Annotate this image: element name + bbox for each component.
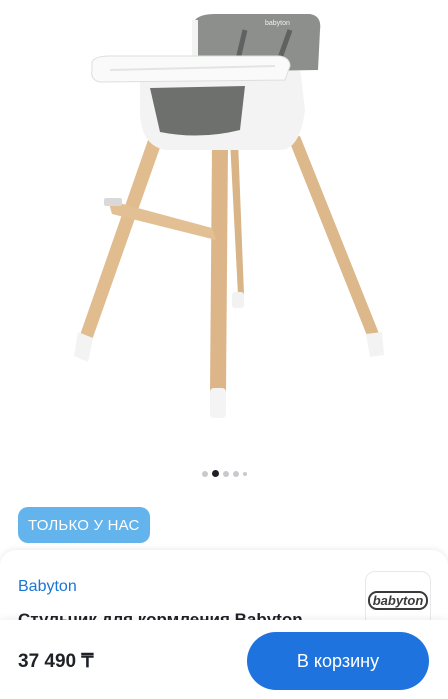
product-photo-high-chair: babyton	[74, 14, 384, 418]
gallery-pagination[interactable]	[0, 470, 448, 477]
product-title: Стульчик для кормления Babyton	[18, 610, 303, 620]
gallery-dot-active[interactable]	[211, 470, 219, 477]
product-price: 37 490 ₸	[18, 651, 94, 672]
product-image-gallery[interactable]: babyton	[0, 0, 448, 490]
add-to-cart-button[interactable]: В корзину	[247, 632, 429, 690]
chair-brand-print: babyton	[265, 20, 290, 27]
product-title-container: Стульчик для кормления Babyton	[18, 606, 358, 620]
gallery-dot[interactable]	[222, 470, 229, 477]
brand-link[interactable]: Babyton	[18, 578, 77, 596]
gallery-dot[interactable]	[201, 470, 208, 477]
gallery-dot[interactable]	[242, 471, 247, 476]
exclusive-badge: ТОЛЬКО У НАС	[18, 507, 150, 543]
gallery-dot[interactable]	[232, 470, 239, 477]
brand-logo-text: babyton	[367, 590, 429, 610]
